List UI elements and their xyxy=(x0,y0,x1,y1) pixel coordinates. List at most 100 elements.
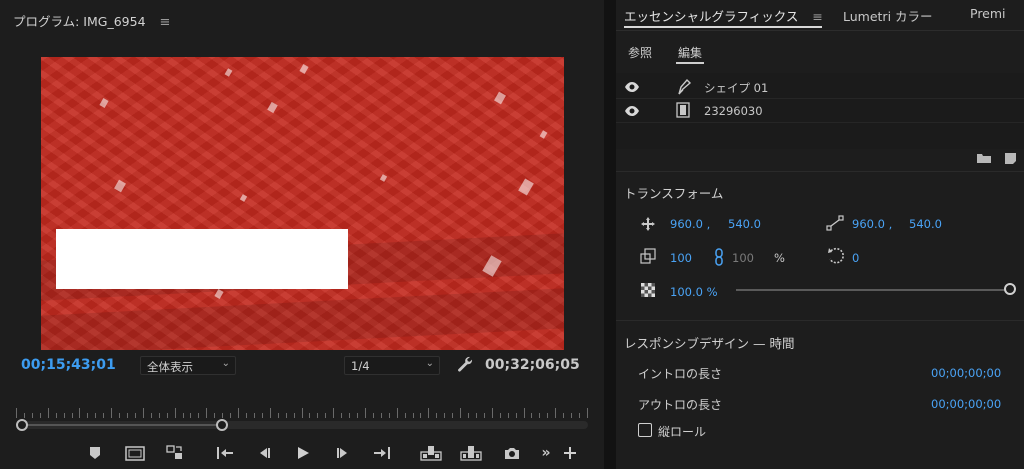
ruler-tick xyxy=(476,413,477,418)
zoom-scrollbar[interactable] xyxy=(16,419,588,431)
ruler-tick xyxy=(119,413,120,418)
confetti-piece xyxy=(224,68,233,77)
shape-rectangle[interactable] xyxy=(56,229,348,289)
current-timecode[interactable]: 00;15;43;01 xyxy=(21,357,116,373)
double-chevron-right-icon[interactable]: » xyxy=(538,444,554,462)
ruler-tick xyxy=(262,413,263,418)
step-forward-icon[interactable] xyxy=(334,444,352,462)
rotation-value[interactable]: 0 xyxy=(852,251,859,265)
ruler-tick xyxy=(413,413,414,418)
layer-row[interactable]: シェイプ 01 xyxy=(616,75,1024,99)
program-monitor-title[interactable]: プログラム: IMG_6954 ≡ xyxy=(13,11,170,30)
marker-icon[interactable] xyxy=(87,444,103,462)
ruler-tick xyxy=(111,408,112,418)
lift-icon[interactable] xyxy=(165,444,185,462)
ruler-tick xyxy=(571,413,572,418)
ruler-tick xyxy=(309,413,310,418)
ruler-tick xyxy=(373,413,374,418)
ruler-tick xyxy=(175,408,176,418)
zoom-scrollbar-start-handle[interactable] xyxy=(16,419,28,431)
subtab-edit[interactable]: 編集 xyxy=(678,44,702,61)
resolution-dropdown[interactable]: 1/4 ⌄ xyxy=(344,356,440,375)
go-to-out-icon[interactable] xyxy=(372,444,392,462)
timeline-ruler[interactable] xyxy=(16,404,588,418)
overwrite-icon[interactable] xyxy=(460,444,482,462)
position-x-value[interactable]: 960.0 , xyxy=(670,217,710,231)
ruler-tick xyxy=(444,413,445,418)
tab-essential-graphics[interactable]: エッセンシャルグラフィックス ≡ xyxy=(624,6,823,25)
ruler-tick xyxy=(333,408,334,418)
ruler-tick xyxy=(40,413,41,418)
ruler-tick xyxy=(294,413,295,418)
subtab-browse[interactable]: 参照 xyxy=(628,44,652,61)
zoom-scrollbar-end-handle[interactable] xyxy=(216,419,228,431)
ruler-tick xyxy=(420,413,421,418)
ruler-tick xyxy=(103,413,104,418)
ruler-tick xyxy=(531,413,532,418)
rotation-icon xyxy=(826,246,846,269)
opacity-slider-track[interactable] xyxy=(736,289,1012,291)
ruler-tick xyxy=(214,413,215,418)
camera-icon[interactable] xyxy=(502,444,522,462)
layer-list: シェイプ 01 23296030 xyxy=(616,73,1024,149)
hamburger-icon[interactable]: ≡ xyxy=(812,9,822,24)
ruler-tick xyxy=(95,413,96,418)
tab-lumetri-color[interactable]: Lumetri カラー xyxy=(843,6,933,25)
ruler-tick xyxy=(492,408,493,418)
panel-tab-bar: エッセンシャルグラフィックス ≡ Lumetri カラー Premi xyxy=(624,0,1024,32)
opacity-value[interactable]: 100.0 % xyxy=(670,285,718,299)
go-to-in-icon[interactable] xyxy=(215,444,235,462)
new-group-icon[interactable] xyxy=(976,152,992,166)
ruler-tick xyxy=(381,413,382,418)
ruler-tick xyxy=(278,413,279,418)
outro-length-label: アウトロの長さ xyxy=(638,398,723,412)
video-preview[interactable] xyxy=(41,57,564,350)
ruler-tick xyxy=(24,413,25,418)
tab-premiere[interactable]: Premi xyxy=(970,6,1006,21)
active-tab-underline xyxy=(624,26,822,28)
ruler-tick xyxy=(143,408,144,418)
ruler-tick xyxy=(397,408,398,418)
layer-row[interactable]: 23296030 xyxy=(616,99,1024,123)
hamburger-icon[interactable]: ≡ xyxy=(160,15,171,30)
ruler-tick xyxy=(230,413,231,418)
ruler-tick xyxy=(587,408,588,418)
ruler-tick xyxy=(302,408,303,418)
scale-value[interactable]: 100 xyxy=(670,251,692,265)
ruler-tick xyxy=(79,408,80,418)
outro-length-value[interactable]: 00;00;00;00 xyxy=(931,397,1001,411)
anchor-y-value[interactable]: 540.0 xyxy=(909,217,942,231)
play-icon[interactable] xyxy=(294,444,312,462)
eye-icon[interactable] xyxy=(624,105,640,120)
ruler-tick xyxy=(254,413,255,418)
safe-margins-icon[interactable] xyxy=(124,444,146,462)
ruler-tick xyxy=(270,408,271,418)
fit-dropdown[interactable]: 全体表示 ⌄ xyxy=(140,356,236,375)
video-fold-band xyxy=(41,287,564,350)
ruler-tick xyxy=(183,413,184,418)
position-y-value[interactable]: 540.0 xyxy=(728,217,761,231)
panel-divider[interactable] xyxy=(604,0,616,469)
step-back-icon[interactable] xyxy=(255,444,273,462)
resolution-dropdown-value: 1/4 xyxy=(351,359,370,373)
opacity-icon xyxy=(640,282,656,301)
wrench-icon[interactable] xyxy=(456,355,474,377)
opacity-slider-handle[interactable] xyxy=(1004,283,1016,295)
confetti-piece xyxy=(99,98,109,108)
roll-checkbox[interactable] xyxy=(638,423,652,437)
eye-icon[interactable] xyxy=(624,81,640,96)
scale-linked-value: 100 xyxy=(732,251,754,265)
anchor-x-value[interactable]: 960.0 , xyxy=(852,217,892,231)
confetti-piece xyxy=(494,91,506,105)
tab-bar-border xyxy=(616,30,1024,31)
insert-icon[interactable] xyxy=(420,444,442,462)
ruler-tick xyxy=(579,413,580,418)
scale-icon xyxy=(640,248,656,267)
ruler-tick xyxy=(516,413,517,418)
ruler-tick xyxy=(198,413,199,418)
intro-length-value[interactable]: 00;00;00;00 xyxy=(931,366,1001,380)
link-icon[interactable] xyxy=(714,248,724,269)
ruler-tick xyxy=(389,413,390,418)
add-icon[interactable] xyxy=(562,444,578,462)
new-layer-icon[interactable] xyxy=(1004,152,1017,166)
